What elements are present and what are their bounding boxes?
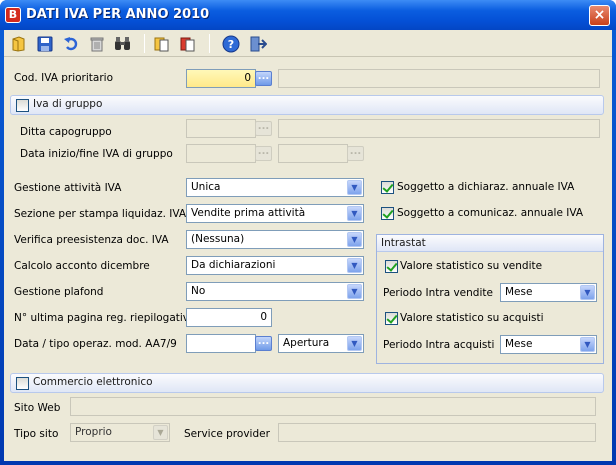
data-inizio-calendar-button: ...	[255, 146, 272, 161]
ditta-capogruppo-label: Ditta capogruppo	[20, 126, 112, 138]
chevron-down-icon[interactable]: ▼	[347, 258, 362, 273]
cod-iva-field[interactable]: 0	[186, 69, 256, 88]
search-icon[interactable]	[112, 33, 134, 55]
sezione-select[interactable]: Vendite prima attività ▼	[186, 204, 364, 223]
val-acquisti-label: Valore statistico su acquisti	[400, 312, 544, 324]
chevron-down-icon[interactable]: ▼	[580, 337, 595, 352]
val-vendite-label: Valore statistico su vendite	[400, 260, 543, 272]
sezione-label: Sezione per stampa liquidaz. IVA	[14, 208, 187, 220]
chevron-down-icon[interactable]: ▼	[580, 285, 595, 300]
chevron-down-icon[interactable]: ▼	[347, 206, 362, 221]
ultima-pagina-label: N° ultima pagina reg. riepilogativo	[14, 312, 196, 324]
service-provider-field	[278, 423, 596, 442]
plafond-value: No	[191, 285, 206, 297]
ditta-capogruppo-lookup-button: ...	[255, 121, 272, 136]
intrastat-header: Intrastat	[377, 235, 603, 252]
periodo-vendite-select[interactable]: Mese ▼	[500, 283, 597, 302]
ditta-capogruppo-description	[278, 119, 600, 138]
data-tipo-label: Data / tipo operaz. mod. AA7/9	[14, 338, 177, 350]
commercio-header: Commercio elettronico	[10, 373, 604, 393]
toolbar-separator	[144, 34, 145, 53]
calcolo-value: Da dichiarazioni	[191, 259, 276, 271]
tipo-operaz-select[interactable]: Apertura ▼	[278, 334, 364, 353]
sito-web-field	[70, 397, 596, 416]
verifica-label: Verifica preesistenza doc. IVA	[14, 234, 169, 246]
soggetto-dichiaraz-label: Soggetto a dichiaraz. annuale IVA	[397, 181, 575, 193]
periodo-acquisti-select[interactable]: Mese ▼	[500, 335, 597, 354]
tipo-sito-label: Tipo sito	[14, 428, 59, 440]
iva-gruppo-checkbox[interactable]	[16, 99, 29, 112]
cod-iva-label: Cod. IVA prioritario	[14, 72, 113, 84]
data-fine-calendar-button: ...	[347, 146, 364, 161]
sito-web-label: Sito Web	[14, 402, 61, 414]
plafond-select[interactable]: No ▼	[186, 282, 364, 301]
svg-text:?: ?	[228, 38, 234, 51]
undo-icon[interactable]	[60, 33, 82, 55]
periodo-acquisti-label: Periodo Intra acquisti	[383, 339, 495, 351]
data-inizio-field	[186, 144, 256, 163]
toolbar: ?	[4, 30, 612, 57]
periodo-vendite-value: Mese	[505, 286, 533, 298]
chevron-down-icon[interactable]: ▼	[347, 232, 362, 247]
paste-icon[interactable]	[177, 33, 199, 55]
commercio-label: Commercio elettronico	[33, 376, 153, 388]
intrastat-title: Intrastat	[381, 237, 426, 249]
val-acquisti-checkbox[interactable]	[385, 312, 398, 325]
calcolo-select[interactable]: Da dichiarazioni ▼	[186, 256, 364, 275]
window-title: DATI IVA PER ANNO 2010	[26, 7, 210, 22]
data-inizio-fine-label: Data inizio/fine IVA di gruppo	[20, 148, 173, 160]
service-provider-label: Service provider	[184, 428, 270, 440]
commercio-checkbox[interactable]	[16, 377, 29, 390]
chevron-down-icon: ▼	[153, 425, 168, 440]
calcolo-label: Calcolo acconto dicembre	[14, 260, 150, 272]
gestione-attivita-select[interactable]: Unica ▼	[186, 178, 364, 197]
ditta-capogruppo-field	[186, 119, 256, 138]
tipo-sito-select: Proprio ▼	[70, 423, 170, 442]
periodo-vendite-label: Periodo Intra vendite	[383, 287, 493, 299]
title-bar[interactable]: B DATI IVA PER ANNO 2010 ×	[0, 0, 616, 30]
verifica-value: (Nessuna)	[191, 233, 245, 245]
periodo-acquisti-value: Mese	[505, 338, 533, 350]
gestione-attivita-label: Gestione attività IVA	[14, 182, 122, 194]
ultima-pagina-field[interactable]: 0	[186, 308, 272, 327]
window: B DATI IVA PER ANNO 2010 × ? Cod. IVA pr…	[0, 0, 616, 465]
iva-gruppo-label: Iva di gruppo	[33, 98, 103, 110]
plafond-label: Gestione plafond	[14, 286, 104, 298]
sezione-value: Vendite prima attività	[191, 207, 306, 219]
soggetto-comunicaz-label: Soggetto a comunicaz. annuale IVA	[397, 207, 584, 219]
tipo-sito-value: Proprio	[75, 426, 112, 438]
toolbar-separator	[209, 34, 210, 53]
intrastat-panel: Intrastat Valore statistico su vendite P…	[376, 234, 604, 364]
iva-gruppo-header: Iva di gruppo	[10, 95, 604, 115]
gestione-attivita-value: Unica	[191, 181, 221, 193]
data-operaz-field[interactable]	[186, 334, 256, 353]
app-icon: B	[5, 7, 21, 23]
new-icon[interactable]	[7, 33, 29, 55]
val-vendite-checkbox[interactable]	[385, 260, 398, 273]
copy-icon[interactable]	[151, 33, 173, 55]
close-button[interactable]: ×	[589, 5, 610, 26]
data-operaz-calendar-button[interactable]: ...	[255, 336, 272, 351]
exit-icon[interactable]	[247, 33, 269, 55]
data-fine-field	[278, 144, 348, 163]
delete-icon[interactable]	[86, 33, 108, 55]
soggetto-comunicaz-checkbox[interactable]	[381, 207, 394, 220]
client-area: ? Cod. IVA prioritario 0 ... Iva di grup…	[4, 30, 612, 461]
chevron-down-icon[interactable]: ▼	[347, 284, 362, 299]
chevron-down-icon[interactable]: ▼	[347, 336, 362, 351]
tipo-operaz-value: Apertura	[283, 337, 330, 349]
save-icon[interactable]	[34, 33, 56, 55]
cod-iva-description	[278, 69, 600, 88]
cod-iva-lookup-button[interactable]: ...	[255, 71, 272, 86]
chevron-down-icon[interactable]: ▼	[347, 180, 362, 195]
help-icon[interactable]: ?	[220, 33, 242, 55]
soggetto-dichiaraz-checkbox[interactable]	[381, 181, 394, 194]
verifica-select[interactable]: (Nessuna) ▼	[186, 230, 364, 249]
